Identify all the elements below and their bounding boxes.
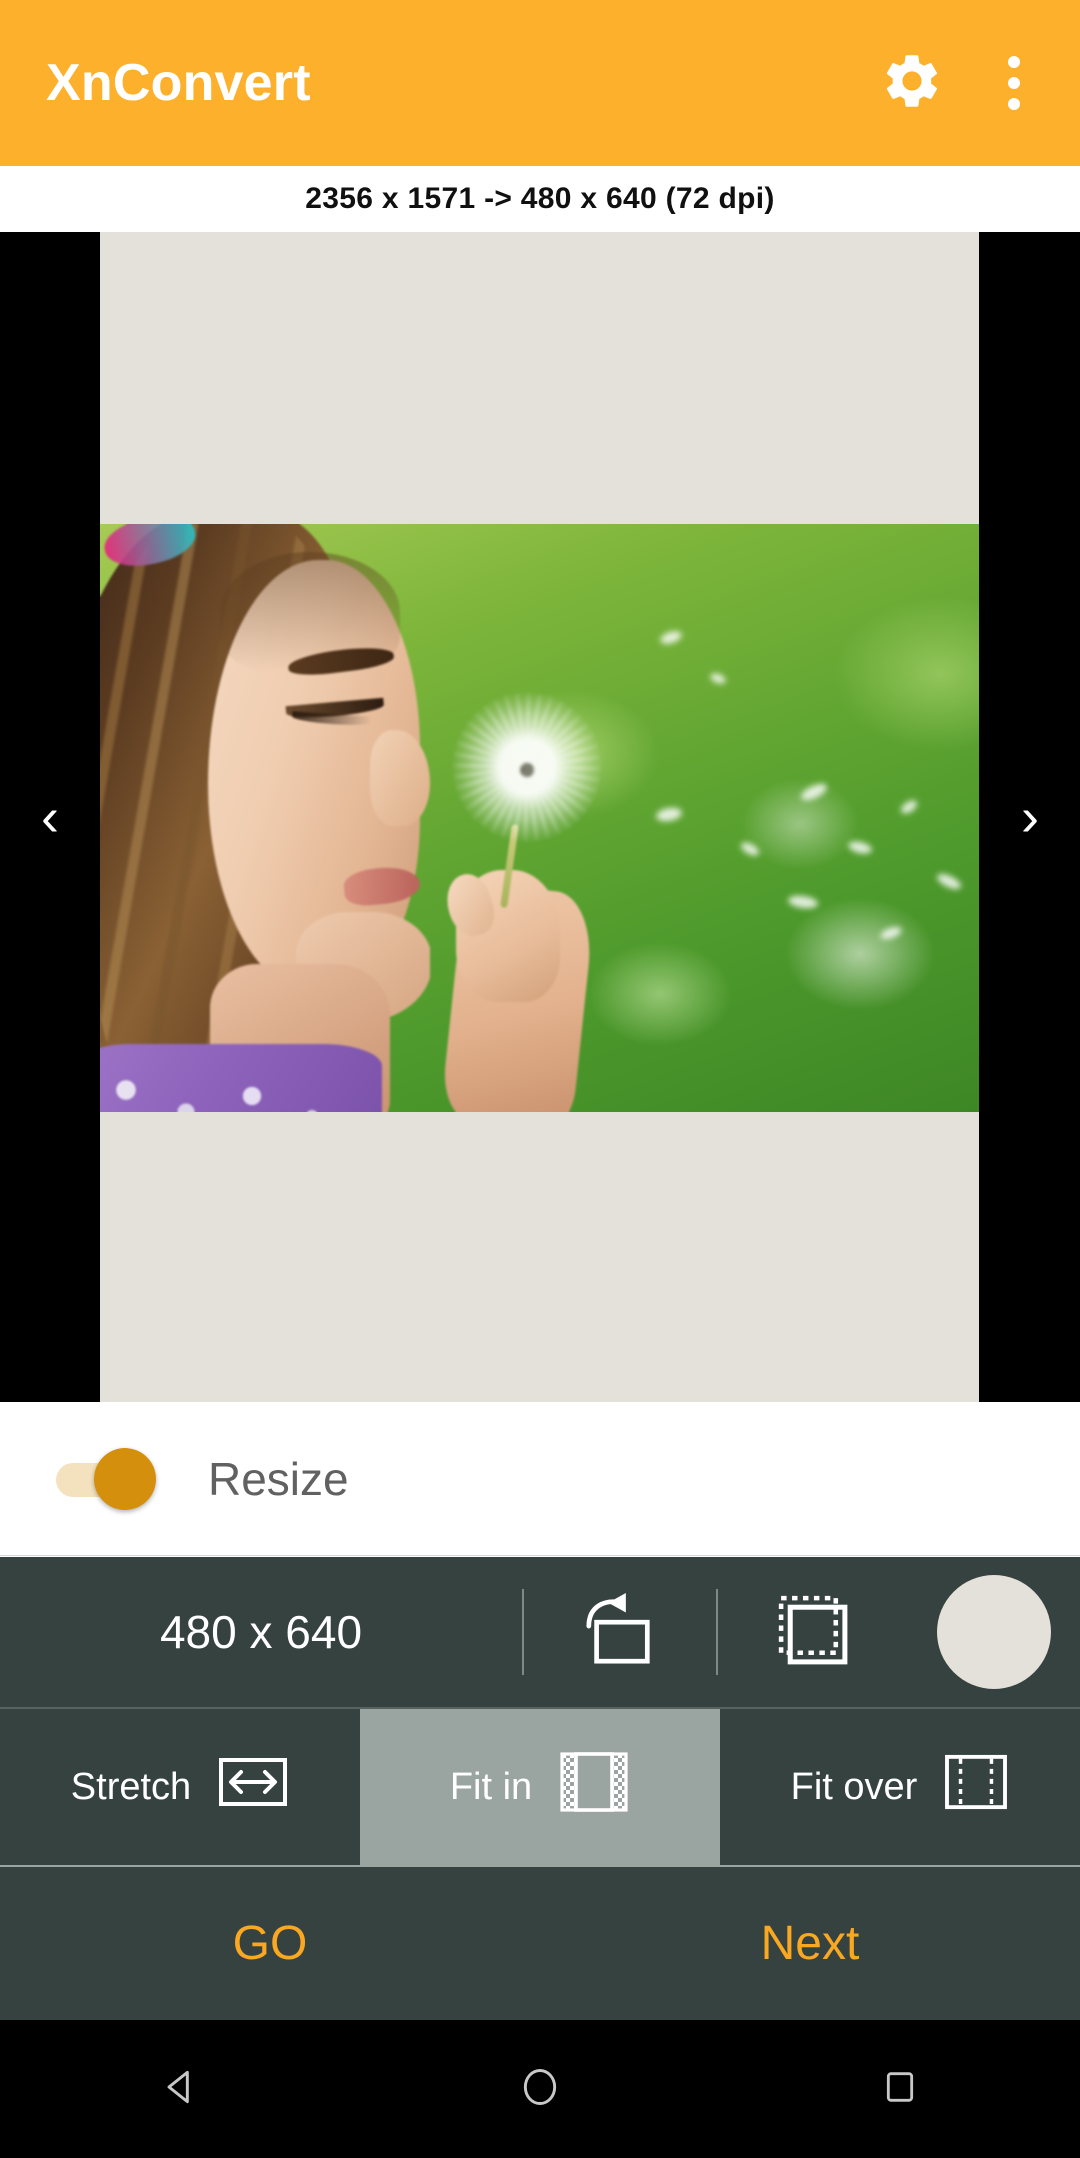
gear-icon bbox=[880, 49, 944, 118]
tab-stretch[interactable]: Stretch bbox=[0, 1709, 360, 1865]
image-info-bar: 2356 x 1571 -> 480 x 640 (72 dpi) bbox=[0, 166, 1080, 232]
nose bbox=[370, 730, 430, 826]
three-dot-menu-icon-dot2 bbox=[1008, 77, 1020, 89]
system-home-button[interactable] bbox=[450, 2020, 630, 2158]
resize-toggle[interactable] bbox=[56, 1447, 160, 1510]
rotate-icon bbox=[572, 1591, 668, 1674]
floating-seed bbox=[655, 805, 683, 824]
system-back-button[interactable] bbox=[90, 2020, 270, 2158]
preview-image bbox=[100, 524, 979, 1112]
floating-seed bbox=[934, 870, 964, 893]
dimensions-input[interactable]: 480 x 640 bbox=[0, 1605, 522, 1659]
system-navigation-bar bbox=[0, 2020, 1080, 2158]
fit-mode-tabs: Stretch Fit in Fit over bbox=[0, 1707, 1080, 1865]
photo-subject bbox=[100, 524, 430, 1112]
stretch-arrows-icon bbox=[217, 1754, 289, 1820]
fit-over-icon bbox=[943, 1753, 1009, 1821]
color-swatch bbox=[937, 1575, 1051, 1689]
output-canvas bbox=[100, 232, 979, 1402]
home-circle-icon bbox=[518, 2065, 562, 2114]
floating-seed bbox=[798, 780, 830, 804]
system-recents-button[interactable] bbox=[810, 2020, 990, 2158]
image-preview-area[interactable]: ‹ › bbox=[0, 232, 1080, 1402]
floating-seed bbox=[658, 628, 684, 647]
back-triangle-icon bbox=[158, 2065, 202, 2114]
floating-seed bbox=[847, 839, 873, 856]
floating-seed bbox=[787, 893, 819, 911]
rotate-button[interactable] bbox=[524, 1591, 716, 1674]
dandelion-seeds bbox=[452, 692, 602, 842]
next-button[interactable]: Next bbox=[540, 1916, 1080, 1971]
chevron-right-icon: › bbox=[1021, 787, 1039, 847]
tab-fit-in[interactable]: Fit in bbox=[360, 1709, 720, 1865]
background-color-button[interactable] bbox=[908, 1575, 1080, 1689]
resize-section-header: Resize bbox=[0, 1402, 1080, 1556]
floating-seed bbox=[898, 797, 920, 817]
resize-label: Resize bbox=[208, 1452, 349, 1505]
recents-square-icon bbox=[880, 2067, 920, 2112]
previous-image-button[interactable]: ‹ bbox=[0, 767, 100, 867]
three-dot-menu-icon bbox=[1008, 56, 1020, 68]
tab-fit-over-label: Fit over bbox=[790, 1765, 918, 1808]
three-dot-menu-icon-dot3 bbox=[1008, 98, 1020, 110]
floating-seed bbox=[878, 924, 904, 942]
canvas-ratio-button[interactable] bbox=[718, 1589, 908, 1676]
toggle-thumb bbox=[94, 1447, 156, 1510]
settings-button[interactable] bbox=[858, 29, 966, 137]
dimensions-row: 480 x 640 bbox=[0, 1557, 1080, 1707]
dress bbox=[100, 1044, 382, 1112]
tab-stretch-label: Stretch bbox=[70, 1765, 192, 1808]
image-dimensions-info: 2356 x 1571 -> 480 x 640 (72 dpi) bbox=[305, 182, 775, 215]
page-title: XnConvert bbox=[46, 54, 311, 112]
app-bar-actions bbox=[858, 29, 1080, 137]
floating-seed bbox=[738, 839, 762, 859]
canvas-ratio-icon bbox=[772, 1589, 854, 1676]
action-bar: GO Next bbox=[0, 1865, 1080, 2020]
chevron-left-icon: ‹ bbox=[41, 787, 59, 847]
go-button[interactable]: GO bbox=[0, 1916, 540, 1971]
app-bar: XnConvert bbox=[0, 0, 1080, 166]
next-image-button[interactable]: › bbox=[980, 767, 1080, 867]
app-root: XnConvert 2356 x 1571 -> 480 x 640 (72 d… bbox=[0, 0, 1080, 2158]
floating-seed bbox=[708, 671, 728, 686]
overflow-menu-button[interactable] bbox=[966, 29, 1062, 137]
fit-in-icon bbox=[558, 1750, 630, 1824]
tab-fit-in-label: Fit in bbox=[449, 1765, 533, 1808]
tab-fit-over[interactable]: Fit over bbox=[720, 1709, 1080, 1865]
